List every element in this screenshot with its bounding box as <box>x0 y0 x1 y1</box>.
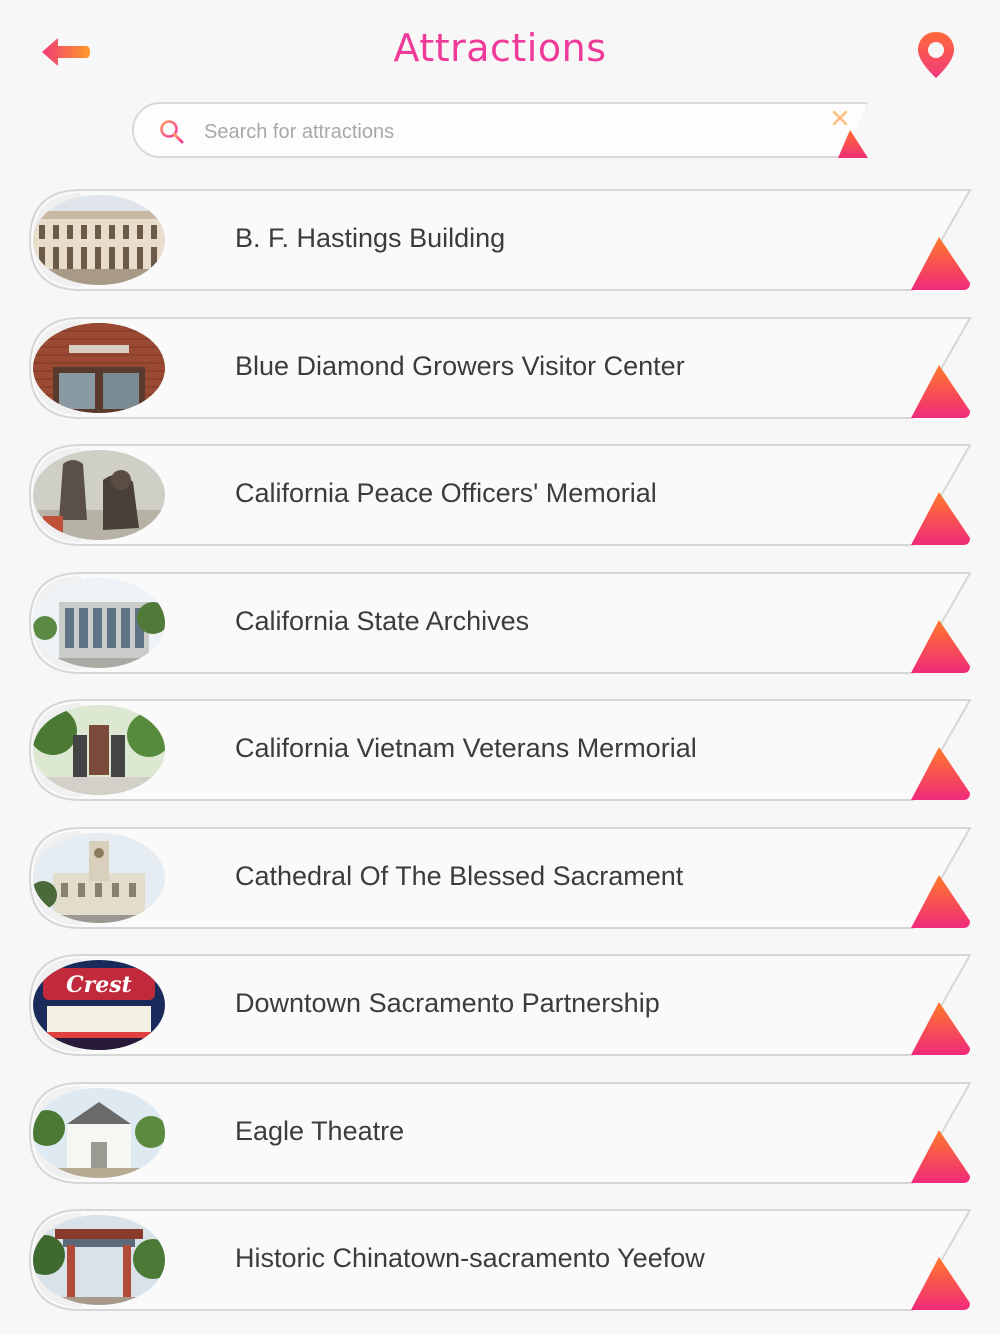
attraction-row[interactable]: Blue Diamond Growers Visitor Center <box>29 317 971 419</box>
attraction-row[interactable]: Cathedral Of The Blessed Sacrament <box>29 827 971 929</box>
attraction-thumbnail <box>33 578 165 668</box>
photo-crest-theatre-sign: Crest <box>33 960 165 1050</box>
attraction-thumbnail <box>33 450 165 540</box>
attraction-name: Cathedral Of The Blessed Sacrament <box>235 861 684 891</box>
attraction-name: B. F. Hastings Building <box>235 223 506 253</box>
attraction-name: California State Archives <box>235 606 530 636</box>
attraction-row[interactable]: Crest Downtown Sacramento Partnership <box>29 954 971 1056</box>
photo-park-memorial <box>33 705 165 795</box>
photo-historic-building <box>33 195 165 285</box>
photo-brick-visitor-center <box>33 323 165 413</box>
photo-cathedral <box>33 833 165 923</box>
attraction-row[interactable]: California State Archives <box>29 572 971 674</box>
attraction-thumbnail <box>33 195 165 285</box>
header: Attractions <box>0 0 1000 100</box>
attraction-thumbnail <box>33 323 165 413</box>
attraction-row[interactable]: California Vietnam Veterans Mermorial <box>29 699 971 801</box>
photo-white-theatre <box>33 1088 165 1178</box>
attraction-name: Eagle Theatre <box>235 1116 405 1146</box>
attraction-row[interactable]: California Peace Officers' Memorial <box>29 444 971 546</box>
map-pin-icon <box>918 32 954 78</box>
attraction-name: Historic Chinatown-sacramento Yeefow <box>235 1243 705 1273</box>
map-button[interactable] <box>914 30 958 80</box>
attraction-row[interactable]: B. F. Hastings Building <box>29 189 971 291</box>
attraction-name: Downtown Sacramento Partnership <box>235 988 660 1018</box>
attraction-name: California Vietnam Veterans Mermorial <box>235 733 697 763</box>
attraction-name: Blue Diamond Growers Visitor Center <box>235 351 685 381</box>
search-corner-accent <box>838 130 868 158</box>
attraction-name: California Peace Officers' Memorial <box>235 478 657 508</box>
attraction-row[interactable]: Eagle Theatre <box>29 1082 971 1184</box>
attraction-thumbnail <box>33 705 165 795</box>
photo-bronze-statues <box>33 450 165 540</box>
attraction-thumbnail: Crest <box>33 960 165 1050</box>
search-input[interactable] <box>202 112 806 152</box>
svg-text:Crest: Crest <box>66 972 132 998</box>
row-card <box>29 1082 971 1184</box>
close-icon[interactable] <box>832 110 848 126</box>
attraction-thumbnail <box>33 1215 165 1305</box>
attraction-thumbnail <box>33 833 165 923</box>
attraction-row[interactable]: Historic Chinatown-sacramento Yeefow <box>29 1209 971 1311</box>
search-icon <box>160 120 184 144</box>
photo-modern-building <box>33 578 165 668</box>
photo-chinatown-gate <box>33 1215 165 1305</box>
page-title: Attractions <box>393 26 607 70</box>
attraction-thumbnail <box>33 1088 165 1178</box>
search-bar <box>132 102 868 158</box>
